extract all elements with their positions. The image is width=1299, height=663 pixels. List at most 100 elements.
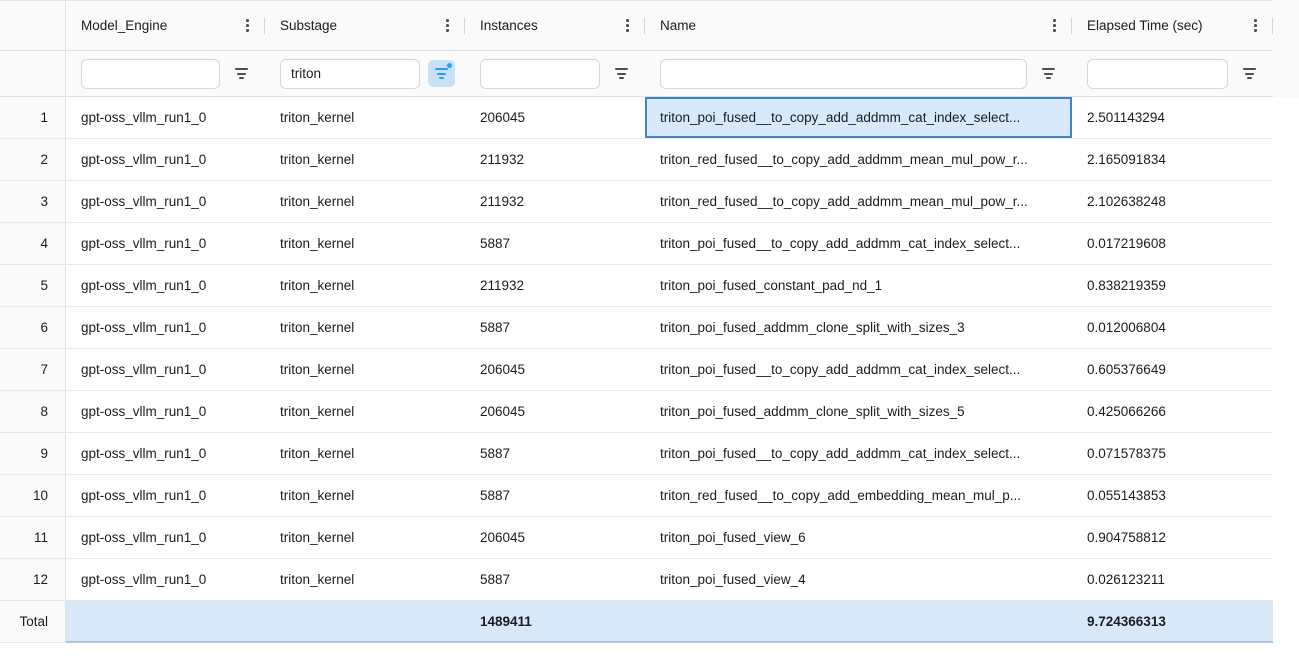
- filter-button[interactable]: [1035, 60, 1062, 87]
- cell-elapsed[interactable]: 0.425066266: [1072, 391, 1273, 432]
- cell-model-engine[interactable]: gpt-oss_vllm_run1_0: [66, 517, 265, 558]
- filter-cell-substage: [265, 51, 465, 96]
- cell-elapsed[interactable]: 0.605376649: [1072, 349, 1273, 390]
- column-menu-icon[interactable]: [620, 13, 635, 38]
- column-menu-icon[interactable]: [1248, 13, 1263, 38]
- filter-button[interactable]: [1236, 60, 1263, 87]
- cell-substage[interactable]: triton_kernel: [265, 265, 465, 306]
- cell-elapsed[interactable]: 0.026123211: [1072, 559, 1273, 600]
- cell-instances[interactable]: 5887: [465, 307, 645, 348]
- filter-input-instances[interactable]: [480, 59, 600, 89]
- column-header-label: Model_Engine: [81, 18, 240, 33]
- row-number: 7: [0, 349, 66, 390]
- cell-substage[interactable]: triton_kernel: [265, 391, 465, 432]
- cell-model-engine[interactable]: gpt-oss_vllm_run1_0: [66, 433, 265, 474]
- cell-model-engine[interactable]: gpt-oss_vllm_run1_0: [66, 391, 265, 432]
- column-menu-icon[interactable]: [240, 13, 255, 38]
- cell-instances[interactable]: 211932: [465, 265, 645, 306]
- cell-instances[interactable]: 5887: [465, 475, 645, 516]
- header-band: Model_Engine Substage Instances Name Ela: [0, 0, 1299, 51]
- column-menu-icon[interactable]: [1047, 13, 1062, 38]
- cell-instances[interactable]: 206045: [465, 517, 645, 558]
- cell-instances[interactable]: 5887: [465, 433, 645, 474]
- cell-elapsed[interactable]: 2.165091834: [1072, 139, 1273, 180]
- column-header-elapsed-time[interactable]: Elapsed Time (sec): [1072, 1, 1273, 50]
- cell-model-engine[interactable]: gpt-oss_vllm_run1_0: [66, 307, 265, 348]
- cell-instances[interactable]: 206045: [465, 97, 645, 138]
- cell-instances[interactable]: 206045: [465, 391, 645, 432]
- cell-elapsed[interactable]: 2.102638248: [1072, 181, 1273, 222]
- row-number: 2: [0, 139, 66, 180]
- cell-name[interactable]: triton_poi_fused__to_copy_add_addmm_cat_…: [645, 223, 1072, 264]
- column-menu-icon[interactable]: [440, 13, 455, 38]
- cell-name[interactable]: triton_poi_fused_addmm_clone_split_with_…: [645, 391, 1072, 432]
- cell-model-engine[interactable]: gpt-oss_vllm_run1_0: [66, 97, 265, 138]
- table-body: 1 gpt-oss_vllm_run1_0 triton_kernel 2060…: [0, 97, 1299, 601]
- cell-name[interactable]: triton_poi_fused_view_6: [645, 517, 1072, 558]
- filter-button[interactable]: [608, 60, 635, 87]
- cell-model-engine[interactable]: gpt-oss_vllm_run1_0: [66, 475, 265, 516]
- cell-name[interactable]: triton_poi_fused_addmm_clone_split_with_…: [645, 307, 1072, 348]
- cell-substage[interactable]: triton_kernel: [265, 97, 465, 138]
- table-row: 10 gpt-oss_vllm_run1_0 triton_kernel 588…: [0, 475, 1273, 517]
- cell-instances[interactable]: 206045: [465, 349, 645, 390]
- column-header-instances[interactable]: Instances: [465, 1, 645, 50]
- cell-model-engine[interactable]: gpt-oss_vllm_run1_0: [66, 349, 265, 390]
- column-separator: [1272, 17, 1273, 34]
- column-header-label: Substage: [280, 18, 440, 33]
- cell-model-engine[interactable]: gpt-oss_vllm_run1_0: [66, 223, 265, 264]
- cell-name[interactable]: triton_poi_fused__to_copy_add_addmm_cat_…: [645, 433, 1072, 474]
- cell-instances[interactable]: 211932: [465, 139, 645, 180]
- filter-active-dot: [447, 63, 452, 68]
- row-number: 8: [0, 391, 66, 432]
- cell-instances[interactable]: 5887: [465, 559, 645, 600]
- cell-elapsed[interactable]: 0.017219608: [1072, 223, 1273, 264]
- cell-substage[interactable]: triton_kernel: [265, 559, 465, 600]
- cell-name[interactable]: triton_red_fused__to_copy_add_embedding_…: [645, 475, 1072, 516]
- cell-elapsed[interactable]: 0.012006804: [1072, 307, 1273, 348]
- row-number: 3: [0, 181, 66, 222]
- cell-substage[interactable]: triton_kernel: [265, 475, 465, 516]
- cell-name[interactable]: triton_poi_fused__to_copy_add_addmm_cat_…: [645, 97, 1072, 138]
- column-header-substage[interactable]: Substage: [265, 1, 465, 50]
- cell-elapsed[interactable]: 0.055143853: [1072, 475, 1273, 516]
- cell-substage[interactable]: triton_kernel: [265, 433, 465, 474]
- filter-button[interactable]: [428, 60, 455, 87]
- filter-input-elapsed-time[interactable]: [1087, 59, 1228, 89]
- cell-model-engine[interactable]: gpt-oss_vllm_run1_0: [66, 181, 265, 222]
- cell-name[interactable]: triton_poi_fused_constant_pad_nd_1: [645, 265, 1072, 306]
- cell-substage[interactable]: triton_kernel: [265, 139, 465, 180]
- filter-button[interactable]: [228, 60, 255, 87]
- filter-input-substage[interactable]: [280, 59, 420, 89]
- filter-input-name[interactable]: [660, 59, 1027, 89]
- filter-cell-elapsed-time: [1072, 51, 1273, 96]
- table-row: 6 gpt-oss_vllm_run1_0 triton_kernel 5887…: [0, 307, 1273, 349]
- row-number: 5: [0, 265, 66, 306]
- cell-name[interactable]: triton_red_fused__to_copy_add_addmm_mean…: [645, 181, 1072, 222]
- cell-model-engine[interactable]: gpt-oss_vllm_run1_0: [66, 559, 265, 600]
- filter-input-model-engine[interactable]: [81, 59, 220, 89]
- cell-name[interactable]: triton_poi_fused__to_copy_add_addmm_cat_…: [645, 349, 1072, 390]
- header-row: Model_Engine Substage Instances Name Ela: [0, 0, 1273, 51]
- cell-substage[interactable]: triton_kernel: [265, 223, 465, 264]
- cell-substage[interactable]: triton_kernel: [265, 517, 465, 558]
- cell-elapsed[interactable]: 0.904758812: [1072, 517, 1273, 558]
- cell-name[interactable]: triton_poi_fused_view_4: [645, 559, 1072, 600]
- cell-elapsed[interactable]: 0.838219359: [1072, 265, 1273, 306]
- data-grid: Model_Engine Substage Instances Name Ela: [0, 0, 1299, 643]
- cell-substage[interactable]: triton_kernel: [265, 349, 465, 390]
- filter-cell-instances: [465, 51, 645, 96]
- cell-instances[interactable]: 5887: [465, 223, 645, 264]
- column-header-name[interactable]: Name: [645, 1, 1072, 50]
- cell-model-engine[interactable]: gpt-oss_vllm_run1_0: [66, 265, 265, 306]
- filter-cell-model-engine: [66, 51, 265, 96]
- cell-substage[interactable]: triton_kernel: [265, 181, 465, 222]
- cell-substage[interactable]: triton_kernel: [265, 307, 465, 348]
- filter-row: [0, 51, 1273, 97]
- cell-elapsed[interactable]: 0.071578375: [1072, 433, 1273, 474]
- cell-name[interactable]: triton_red_fused__to_copy_add_addmm_mean…: [645, 139, 1072, 180]
- cell-model-engine[interactable]: gpt-oss_vllm_run1_0: [66, 139, 265, 180]
- cell-elapsed[interactable]: 2.501143294: [1072, 97, 1273, 138]
- cell-instances[interactable]: 211932: [465, 181, 645, 222]
- column-header-model-engine[interactable]: Model_Engine: [66, 1, 265, 50]
